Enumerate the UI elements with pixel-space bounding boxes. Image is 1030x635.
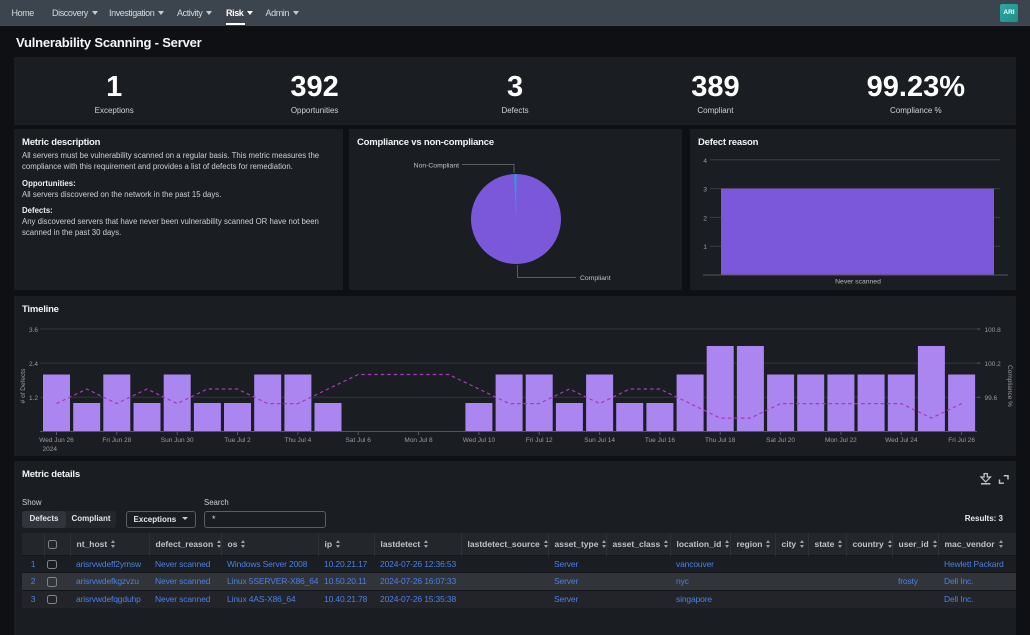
svg-text:Sat Jul 20: Sat Jul 20: [766, 437, 795, 444]
svg-text:2.4: 2.4: [29, 361, 38, 368]
svg-text:Fri Jul 26: Fri Jul 26: [948, 437, 975, 444]
svg-text:Never scanned: Never scanned: [835, 279, 881, 286]
svg-text:Thu Jul 4: Thu Jul 4: [285, 437, 312, 444]
svg-text:100.8: 100.8: [985, 327, 1002, 334]
svg-text:Thu Jul 18: Thu Jul 18: [705, 437, 736, 444]
svg-text:Compliance %: Compliance %: [1006, 365, 1013, 407]
svg-text:Compliant: Compliant: [580, 275, 611, 282]
svg-text:Wed Jun 26: Wed Jun 26: [39, 437, 74, 444]
svg-text:2024: 2024: [43, 446, 58, 453]
svg-text:Tue Jul 2: Tue Jul 2: [224, 437, 251, 444]
svg-text:1.2: 1.2: [29, 395, 38, 402]
svg-text:100.2: 100.2: [985, 361, 1002, 368]
svg-text:Mon Jul 22: Mon Jul 22: [825, 437, 857, 444]
svg-text:1: 1: [703, 244, 707, 251]
svg-text:3: 3: [703, 187, 707, 194]
svg-text:99.6: 99.6: [985, 395, 998, 402]
svg-text:Sun Jun 30: Sun Jun 30: [161, 437, 194, 444]
svg-text:4: 4: [703, 158, 707, 165]
svg-text:3.6: 3.6: [29, 327, 38, 334]
svg-text:# of Defects: # of Defects: [20, 368, 27, 403]
svg-text:Tue Jul 16: Tue Jul 16: [645, 437, 675, 444]
svg-text:Fri Jun 28: Fri Jun 28: [102, 437, 131, 444]
svg-text:Fri Jul 12: Fri Jul 12: [526, 437, 553, 444]
svg-text:Sun Jul 14: Sun Jul 14: [584, 437, 615, 444]
svg-text:Wed Jul 10: Wed Jul 10: [463, 437, 496, 444]
svg-text:2: 2: [703, 215, 707, 222]
svg-text:Sat Jul 6: Sat Jul 6: [346, 437, 372, 444]
svg-text:Wed Jul 24: Wed Jul 24: [885, 437, 918, 444]
svg-text:Mon Jul 8: Mon Jul 8: [404, 437, 433, 444]
svg-text:Non-Compliant: Non-Compliant: [414, 163, 459, 170]
